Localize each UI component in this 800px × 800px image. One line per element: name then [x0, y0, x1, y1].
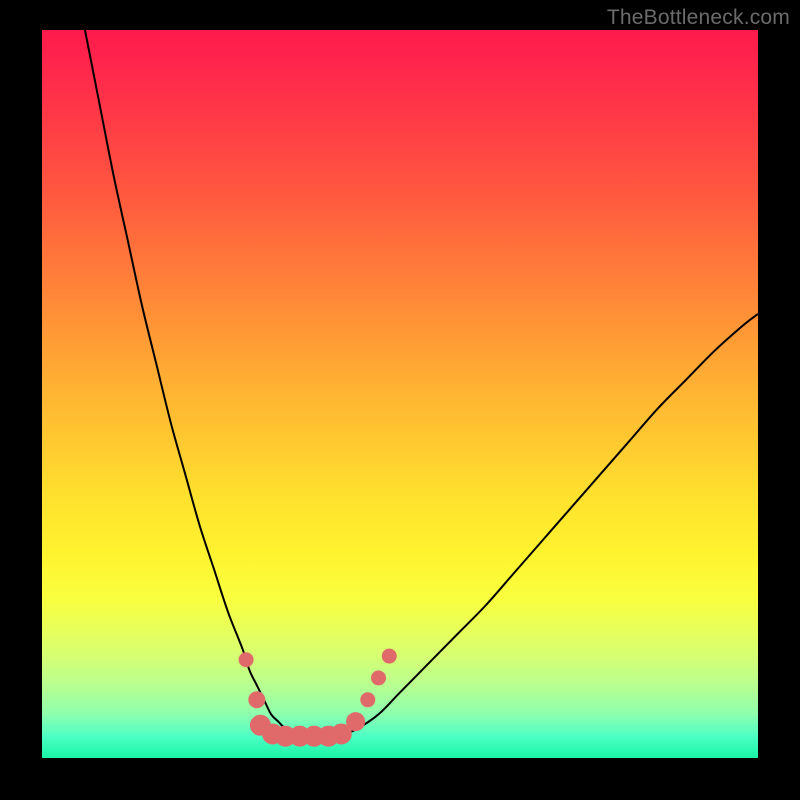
curve-marker: [347, 713, 365, 731]
watermark-text: TheBottleneck.com: [607, 6, 790, 30]
bottleneck-curve: [85, 30, 758, 736]
chart-svg: [42, 30, 758, 758]
curve-marker: [361, 693, 375, 707]
curve-marker: [372, 671, 386, 685]
chart-frame: TheBottleneck.com: [0, 0, 800, 800]
plot-area: [42, 30, 758, 758]
curve-marker: [239, 653, 253, 667]
curve-marker: [382, 649, 396, 663]
curve-marker: [249, 692, 265, 708]
curve-markers: [239, 649, 396, 746]
